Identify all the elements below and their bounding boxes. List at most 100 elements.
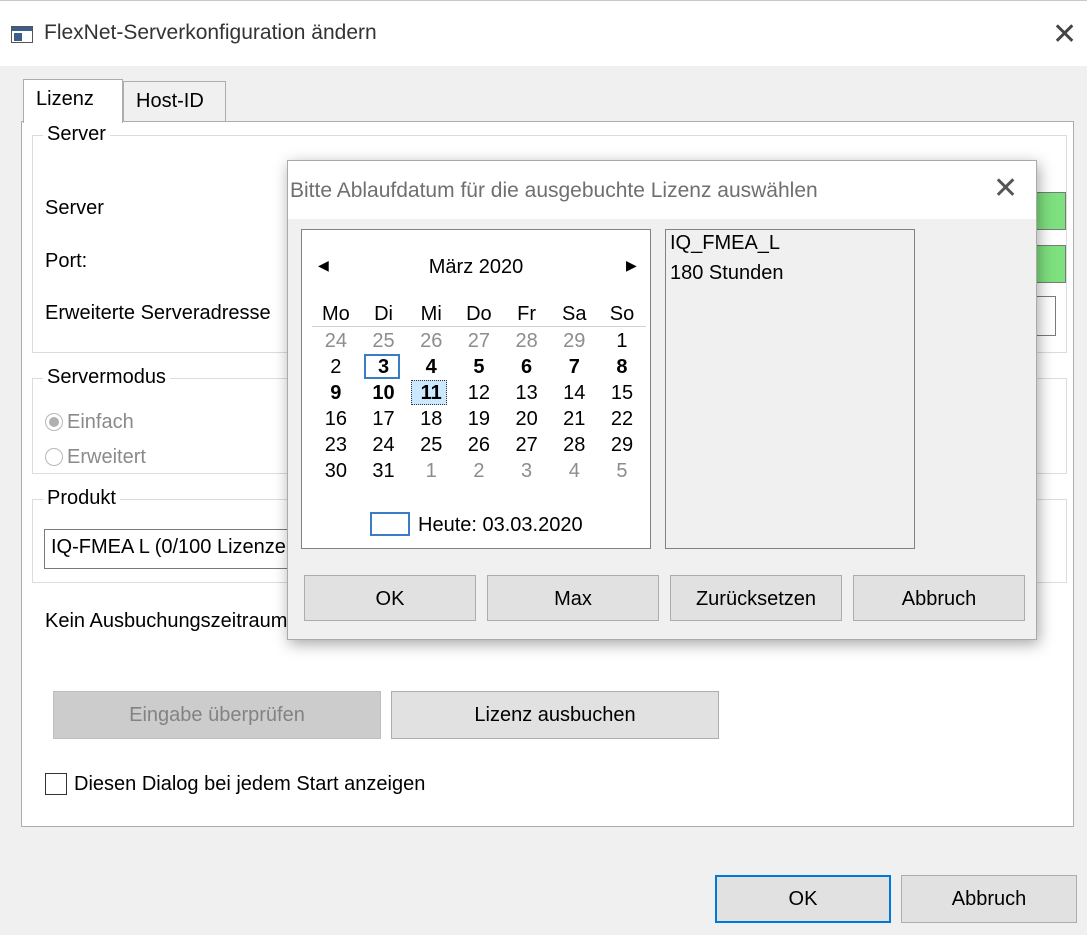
radio-erweitert[interactable]: Erweitert	[45, 446, 146, 469]
calendar-day-number: 29	[563, 330, 586, 352]
calendar-day[interactable]: 17	[360, 406, 408, 432]
window-titlebar: FlexNet-Serverkonfiguration ändern ✕	[0, 0, 1087, 66]
weekday-header: Fr	[517, 303, 537, 325]
calendar-day[interactable]: 19	[455, 406, 503, 432]
product-select-value: IQ-FMEA L (0/100 Lizenzen)	[51, 536, 304, 558]
dialog-close-icon[interactable]: ✕	[993, 171, 1018, 206]
extended-server-address-input[interactable]	[1036, 296, 1056, 336]
dialog-title: Bitte Ablaufdatum für die ausgebuchte Li…	[290, 179, 818, 202]
today-label: Heute: 03.03.2020	[418, 514, 583, 536]
today-link[interactable]: Heute: 03.03.2020	[370, 512, 583, 537]
server-input[interactable]	[1036, 192, 1066, 230]
license-info-box: IQ_FMEA_L 180 Stunden	[665, 229, 915, 549]
calendar-day[interactable]: 3	[360, 354, 408, 380]
check-input-button[interactable]: Eingabe überprüfen	[53, 691, 381, 739]
calendar-day[interactable]: 25	[360, 328, 408, 354]
calendar-day-number: 5	[616, 460, 628, 482]
calendar-day[interactable]: 12	[455, 380, 503, 406]
cancel-button[interactable]: Abbruch	[901, 875, 1077, 923]
calendar-day[interactable]: 13	[503, 380, 551, 406]
product-group-legend: Produkt	[43, 487, 120, 510]
calendar-day-number: 27	[515, 434, 538, 456]
calendar-day[interactable]: 4	[550, 458, 598, 484]
calendar-day-number: 23	[324, 434, 347, 456]
servermode-group-legend: Servermodus	[43, 366, 170, 389]
port-label: Port:	[45, 250, 88, 272]
calendar-day[interactable]: 29	[598, 432, 646, 458]
calendar-day[interactable]: 31	[360, 458, 408, 484]
calendar-day[interactable]: 23	[312, 432, 360, 458]
calendar-day[interactable]: 4	[407, 354, 455, 380]
calendar-day[interactable]: 1	[598, 328, 646, 354]
calendar-day[interactable]: 10	[360, 380, 408, 406]
calendar-day-number: 3	[377, 356, 390, 378]
calendar-day[interactable]: 8	[598, 354, 646, 380]
calendar-day-number: 19	[467, 408, 491, 430]
calendar-day[interactable]: 2	[312, 354, 360, 380]
window-close-icon[interactable]: ✕	[1052, 17, 1077, 52]
calendar-day-number: 26	[467, 434, 491, 456]
calendar-day[interactable]: 18	[407, 406, 455, 432]
port-input[interactable]	[1036, 245, 1066, 283]
calendar-day[interactable]: 24	[360, 432, 408, 458]
product-select[interactable]: IQ-FMEA L (0/100 Lizenzen)	[44, 529, 324, 569]
calendar-day[interactable]: 9	[312, 380, 360, 406]
calendar-day-number: 11	[420, 382, 442, 404]
calendar-day[interactable]: 5	[598, 458, 646, 484]
calendar-day-number: 22	[610, 408, 634, 430]
show-dialog-checkbox[interactable]	[45, 773, 67, 795]
calendar-day[interactable]: 15	[598, 380, 646, 406]
ok-button[interactable]: OK	[715, 875, 891, 923]
calendar-day[interactable]: 27	[455, 328, 503, 354]
calendar-day-number: 4	[425, 356, 437, 378]
calendar-grid: Mo Di Mi Do Fr Sa So 24 25 26 27 28 29 1 2 3 4 5 6 7 8 9 10 11 1…	[312, 301, 646, 484]
calendar-day-number: 4	[568, 460, 580, 482]
radio-einfach[interactable]: Einfach	[45, 411, 134, 434]
calendar-month-label[interactable]: März 2020	[302, 256, 650, 279]
server-label: Server	[45, 197, 104, 219]
calendar-day[interactable]: 30	[312, 458, 360, 484]
tab-host-id[interactable]: Host-ID	[123, 81, 226, 121]
calendar-day[interactable]: 20	[503, 406, 551, 432]
calendar-day-number: 24	[372, 434, 395, 456]
calendar-day[interactable]: 6	[503, 354, 551, 380]
tab-lizenz[interactable]: Lizenz	[23, 79, 123, 123]
today-marker-icon	[370, 512, 410, 536]
calendar-day[interactable]: 22	[598, 406, 646, 432]
calendar-day[interactable]: 25	[407, 432, 455, 458]
dialog-ok-button[interactable]: OK	[304, 575, 476, 621]
calendar-day[interactable]: 29	[550, 328, 598, 354]
calendar-day[interactable]: 1	[407, 458, 455, 484]
calendar-day-number: 20	[515, 408, 538, 430]
weekday-header: Sa	[562, 303, 587, 325]
next-month-icon[interactable]: ▶	[626, 257, 637, 274]
calendar-day-number: 14	[563, 382, 586, 404]
calendar-day-number: 24	[324, 330, 347, 352]
calendar-day[interactable]: 28	[503, 328, 551, 354]
expiry-date-dialog: Bitte Ablaufdatum für die ausgebuchte Li…	[287, 160, 1037, 640]
dialog-reset-button[interactable]: Zurücksetzen	[670, 575, 842, 621]
dialog-max-button[interactable]: Max	[487, 575, 659, 621]
window-title: FlexNet-Serverkonfiguration ändern	[44, 21, 377, 44]
calendar-day[interactable]: 7	[550, 354, 598, 380]
radio-erweitert-label: Erweitert	[67, 446, 146, 468]
calendar-day-number: 25	[372, 330, 395, 352]
calendar-day[interactable]: 14	[550, 380, 598, 406]
calendar-day[interactable]: 21	[550, 406, 598, 432]
calendar-day[interactable]: 11	[407, 380, 455, 406]
app-icon	[11, 26, 33, 43]
calendar-day-number: 15	[610, 382, 634, 404]
calendar-day[interactable]: 26	[407, 328, 455, 354]
calendar-day[interactable]: 26	[455, 432, 503, 458]
calendar-day[interactable]: 24	[312, 328, 360, 354]
calendar-day[interactable]: 5	[455, 354, 503, 380]
calendar-day[interactable]: 2	[455, 458, 503, 484]
calendar-day[interactable]: 16	[312, 406, 360, 432]
calendar-day-number: 2	[330, 356, 342, 378]
calendar-day[interactable]: 28	[550, 432, 598, 458]
calendar-day-number: 17	[372, 408, 395, 430]
checkout-license-button[interactable]: Lizenz ausbuchen	[391, 691, 719, 739]
calendar-day[interactable]: 3	[503, 458, 551, 484]
calendar-day[interactable]: 27	[503, 432, 551, 458]
dialog-cancel-button[interactable]: Abbruch	[853, 575, 1025, 621]
